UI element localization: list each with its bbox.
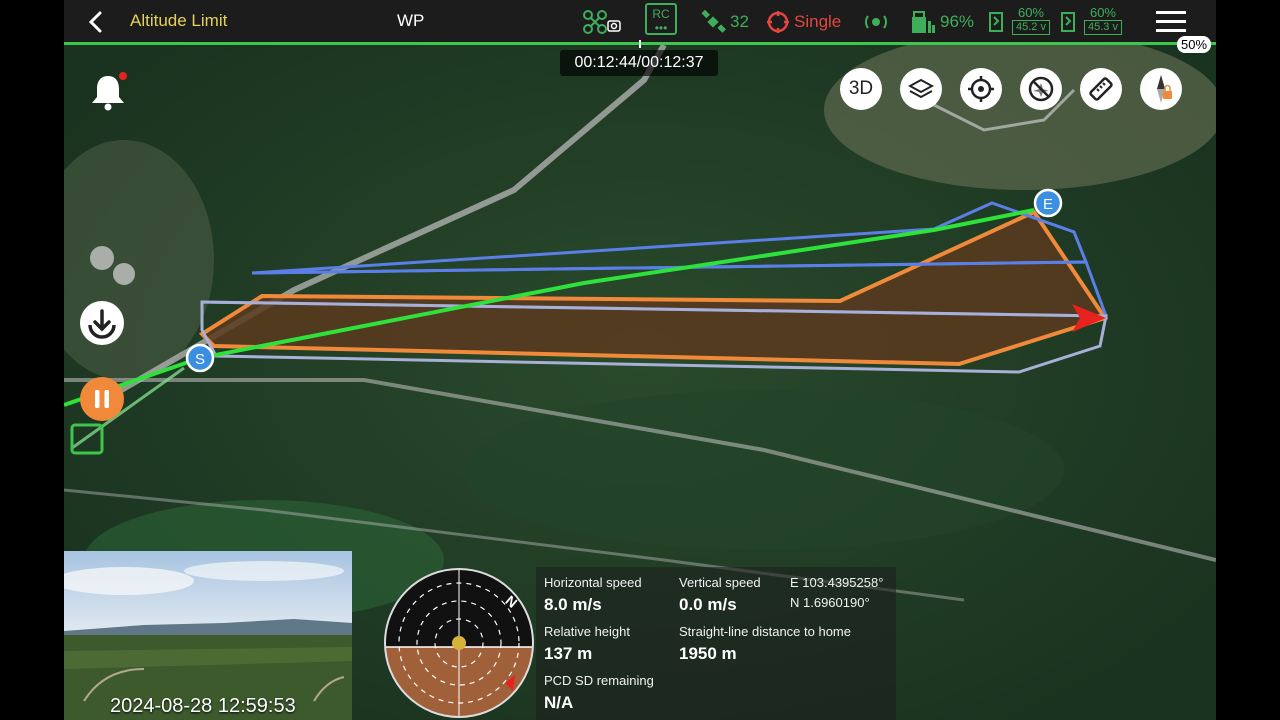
relative-height-label: Relative height: [544, 624, 630, 639]
battery-percent: 96%: [940, 12, 975, 31]
notification-dot: [119, 72, 127, 80]
flight-mode: WP: [397, 11, 425, 30]
bell-icon[interactable]: [86, 70, 130, 114]
relative-height-value: 137 m: [544, 644, 593, 663]
locate-button[interactable]: [960, 68, 1002, 110]
mission-progress-percent: 50%: [1177, 36, 1212, 53]
compass-lock-button[interactable]: [1140, 68, 1182, 110]
home-distance-label: Straight-line distance to home: [679, 624, 851, 639]
page-title: Altitude Limit: [130, 11, 228, 30]
ruler-icon: [1089, 77, 1113, 101]
vertical-speed-label: Vertical speed: [679, 575, 761, 590]
positioning-icon: [767, 11, 789, 33]
compass-icon: [1157, 75, 1172, 103]
aircraft-battery[interactable]: 96%: [910, 8, 974, 36]
end-marker[interactable]: E: [1033, 188, 1063, 218]
latitude: N 1.6960190°: [790, 595, 870, 610]
horizontal-speed-value: 8.0 m/s: [544, 595, 602, 614]
horizontal-speed-label: Horizontal speed: [544, 575, 642, 590]
pcd-sd-label: PCD SD remaining: [544, 673, 654, 688]
satellite-icon: [701, 9, 726, 33]
flight-timer: 00:12:44/00:12:37: [560, 50, 718, 76]
positioning-mode: Single: [794, 12, 842, 31]
app-screen: S E Altitude Limit WP RC ••• 32 Single 9…: [64, 0, 1216, 720]
battery-2[interactable]: 60% 45.3 v: [1060, 4, 1122, 35]
pause-icon: [95, 390, 109, 408]
longitude: E 103.4395258°: [790, 575, 884, 590]
no-fly-zone-button[interactable]: [1020, 68, 1062, 110]
view-3d-label: 3D: [848, 78, 874, 99]
locate-icon: [968, 76, 994, 102]
camera-feed[interactable]: 2024-08-28 12:59:53: [64, 551, 352, 720]
village-area: [824, 30, 1216, 190]
svg-text:E: E: [1043, 196, 1053, 213]
menu-icon[interactable]: [1156, 9, 1186, 35]
battery-1-percent: 60%: [1017, 4, 1044, 20]
home-distance-value: 1950 m: [679, 644, 737, 663]
battery-icon: [912, 11, 935, 33]
battery-1-voltage: 45.2 v: [1012, 19, 1050, 35]
vertical-speed-value: 0.0 m/s: [679, 595, 737, 614]
gimbal-icon[interactable]: [864, 8, 888, 36]
satellite-status[interactable]: 32: [700, 8, 749, 36]
svg-text:S: S: [195, 351, 205, 368]
drone-camera-icon[interactable]: [582, 8, 622, 36]
camera-timestamp: 2024-08-28 12:59:53: [110, 695, 296, 717]
pcd-sd-value: N/A: [544, 693, 574, 712]
telemetry-panel: Horizontal speed 8.0 m/s Vertical speed …: [536, 567, 896, 720]
attitude-indicator: N: [384, 568, 534, 718]
top-bar: Altitude Limit WP RC ••• 32 Single 96% 6…: [64, 0, 1216, 44]
start-marker[interactable]: S: [185, 343, 215, 373]
view-3d-button[interactable]: 3D: [840, 68, 882, 110]
battery-2-voltage: 45.3 v: [1084, 19, 1122, 35]
positioning-status[interactable]: Single: [766, 8, 841, 36]
layers-icon: [908, 78, 934, 99]
pause-button[interactable]: [80, 377, 124, 421]
aircraft-position-icon: [452, 636, 466, 650]
battery-2-icon: [1061, 12, 1075, 32]
download-button[interactable]: [80, 301, 124, 345]
layers-button[interactable]: [900, 68, 942, 110]
no-fly-icon: [1028, 76, 1054, 102]
rc-label: RC: [652, 7, 670, 21]
satellite-count: 32: [730, 12, 749, 31]
back-icon[interactable]: [82, 8, 110, 36]
battery-1-icon: [989, 12, 1003, 32]
rc-icon[interactable]: RC •••: [645, 3, 677, 35]
battery-2-percent: 60%: [1089, 4, 1116, 20]
battery-1[interactable]: 60% 45.2 v: [988, 4, 1050, 35]
mission-progress-thumb[interactable]: [639, 40, 641, 48]
measure-button[interactable]: [1080, 68, 1122, 110]
download-icon: [88, 309, 116, 339]
